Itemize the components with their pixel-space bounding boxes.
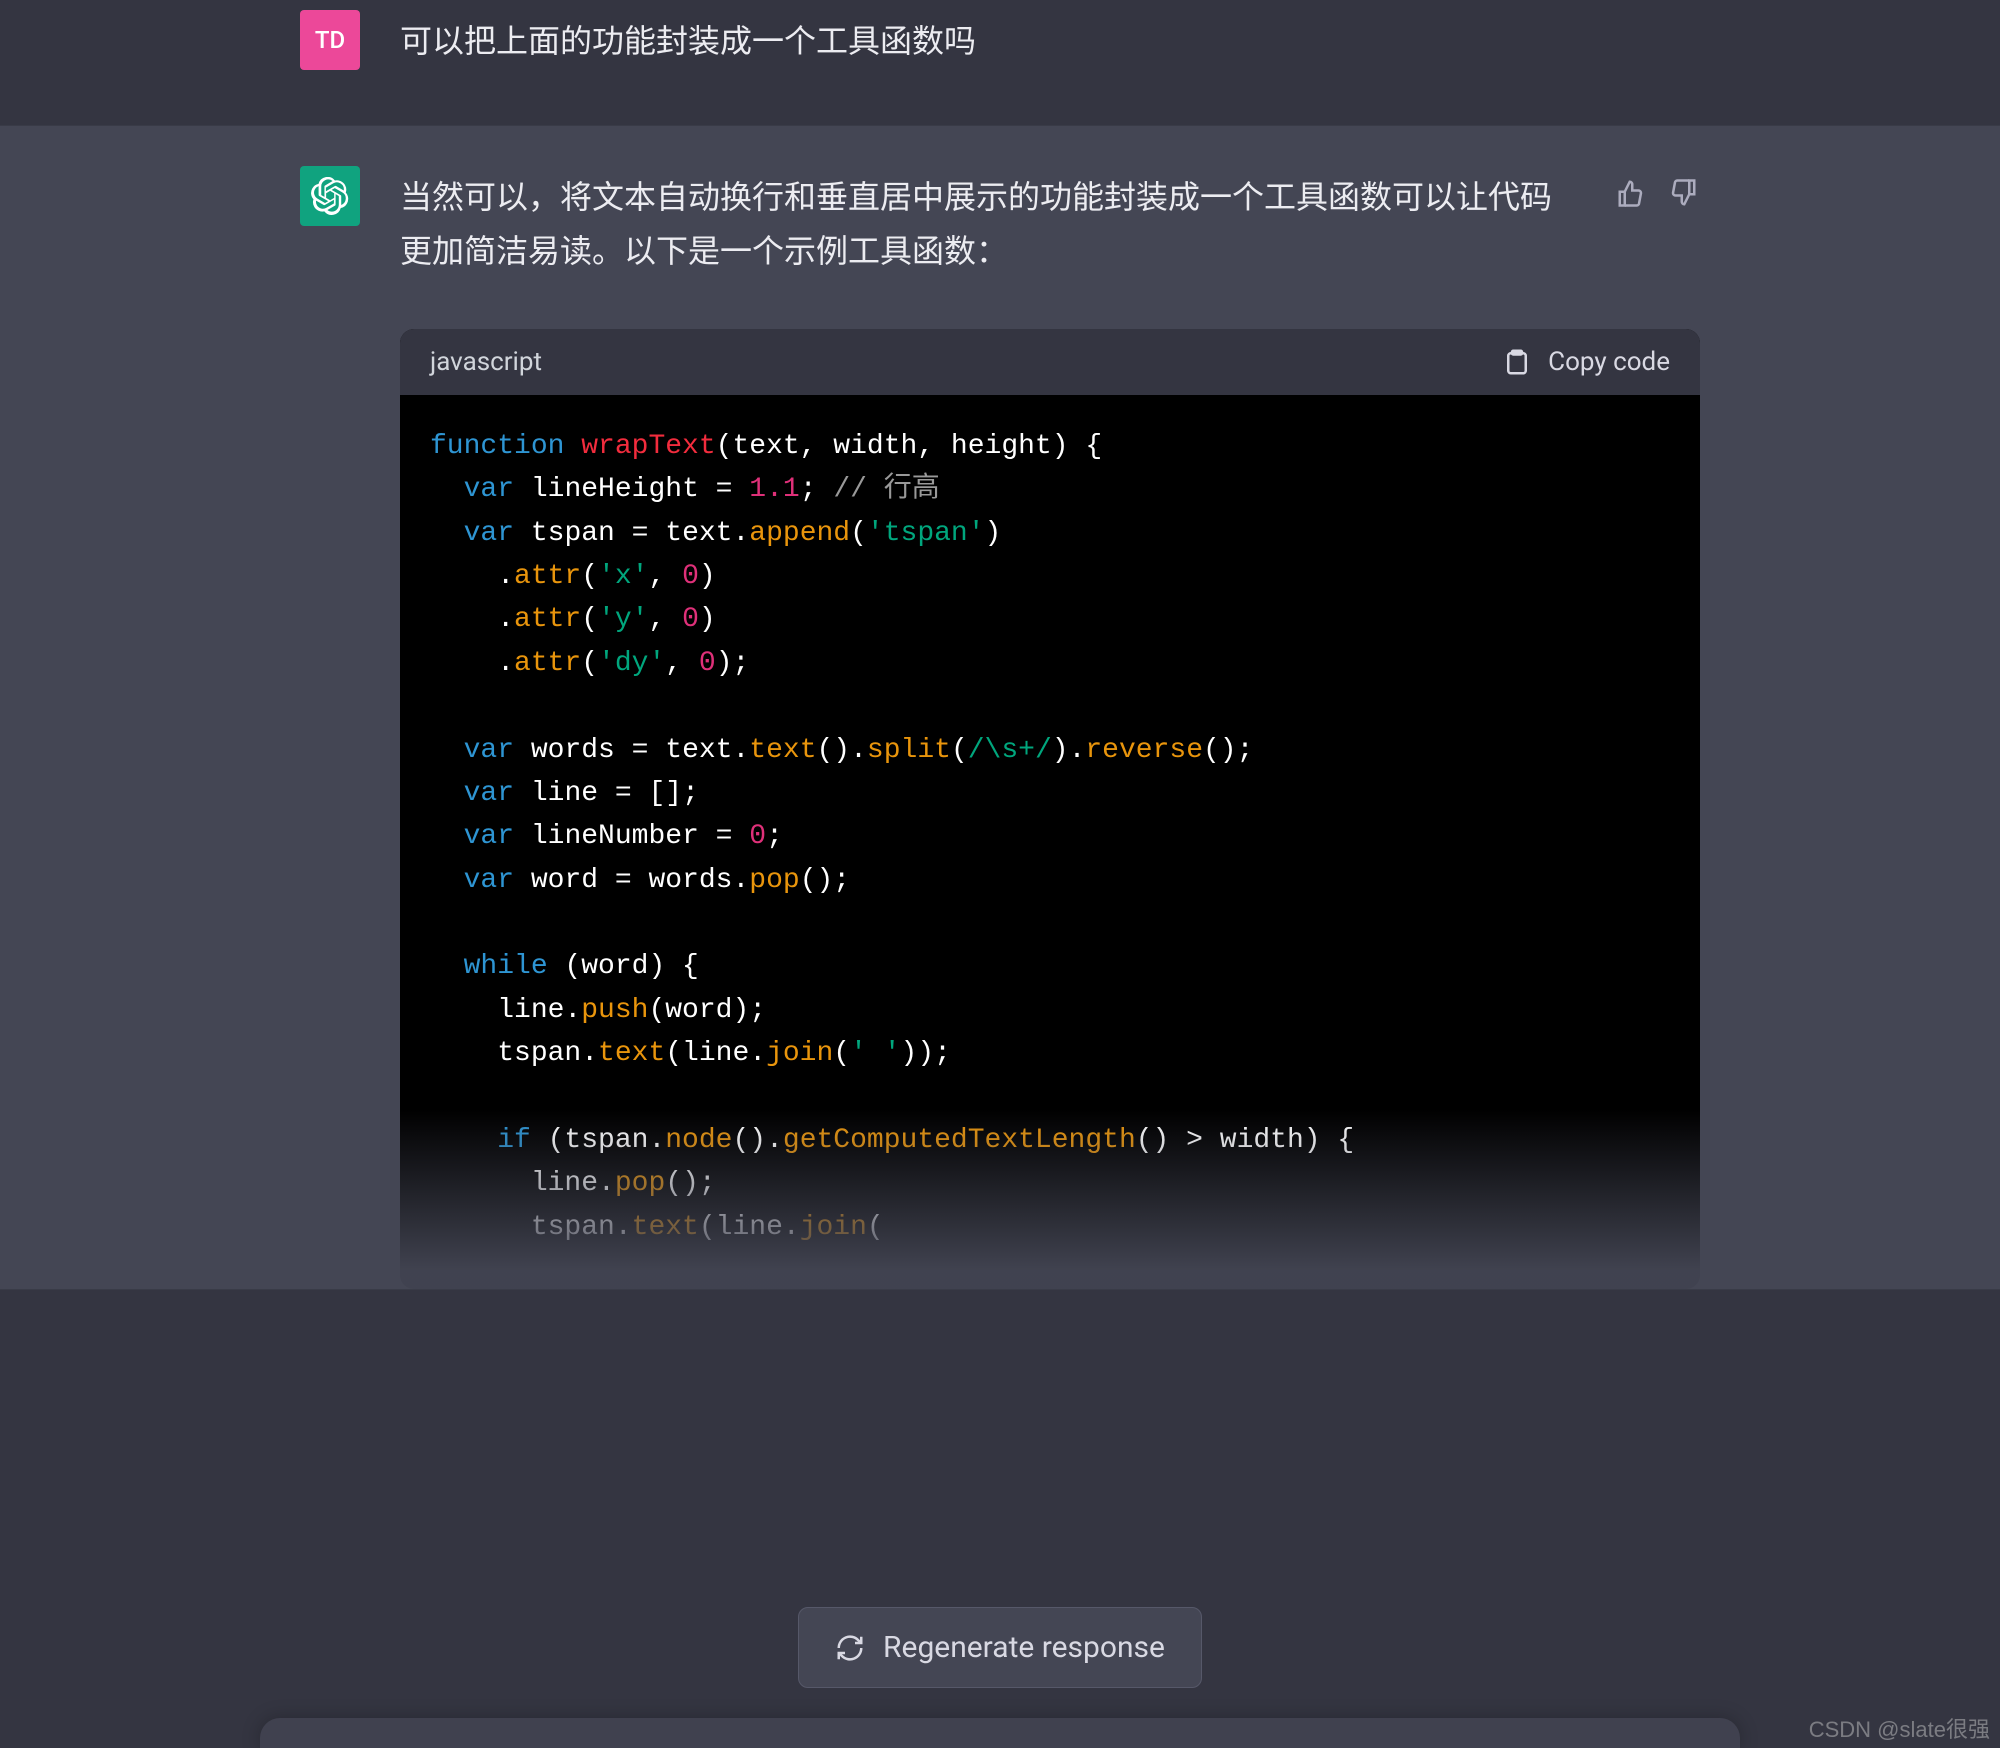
code-header: javascript Copy code	[400, 329, 1700, 395]
user-message-inner: TD 可以把上面的功能封装成一个工具函数吗	[260, 10, 1740, 70]
user-avatar-initials: TD	[315, 26, 345, 54]
user-message-row: TD 可以把上面的功能封装成一个工具函数吗	[0, 0, 2000, 125]
user-avatar: TD	[300, 10, 360, 70]
user-message-text: 可以把上面的功能封装成一个工具函数吗	[400, 10, 1700, 68]
code-block: javascript Copy code function wrapText(t…	[400, 329, 1700, 1289]
copy-code-label: Copy code	[1548, 347, 1670, 377]
code-language-label: javascript	[430, 347, 542, 377]
thumbs-up-icon	[1616, 178, 1646, 208]
user-message-body: 可以把上面的功能封装成一个工具函数吗	[400, 10, 1700, 70]
assistant-message-row: 当然可以，将文本自动换行和垂直居中展示的功能封装成一个工具函数可以让代码更加简洁…	[0, 125, 2000, 1290]
clipboard-icon	[1502, 347, 1532, 377]
thumbs-down-icon	[1668, 178, 1698, 208]
regenerate-button[interactable]: Regenerate response	[798, 1607, 1202, 1688]
assistant-intro-text: 当然可以，将文本自动换行和垂直居中展示的功能封装成一个工具函数可以让代码更加简洁…	[400, 166, 1700, 279]
assistant-message-inner: 当然可以，将文本自动换行和垂直居中展示的功能封装成一个工具函数可以让代码更加简洁…	[260, 166, 1740, 1289]
copy-code-button[interactable]: Copy code	[1502, 347, 1670, 377]
refresh-icon	[835, 1633, 865, 1663]
regenerate-wrap: Regenerate response	[0, 1607, 2000, 1688]
assistant-avatar	[300, 166, 360, 226]
code-body[interactable]: function wrapText(text, width, height) {…	[400, 395, 1700, 1289]
feedback-buttons	[1614, 176, 1700, 210]
assistant-message-body: 当然可以，将文本自动换行和垂直居中展示的功能封装成一个工具函数可以让代码更加简洁…	[400, 166, 1700, 1289]
thumbs-down-button[interactable]	[1666, 176, 1700, 210]
openai-logo-icon	[311, 177, 349, 215]
composer-input[interactable]	[260, 1718, 1740, 1748]
thumbs-up-button[interactable]	[1614, 176, 1648, 210]
regenerate-label: Regenerate response	[883, 1630, 1165, 1665]
composer-bar	[0, 1718, 2000, 1748]
